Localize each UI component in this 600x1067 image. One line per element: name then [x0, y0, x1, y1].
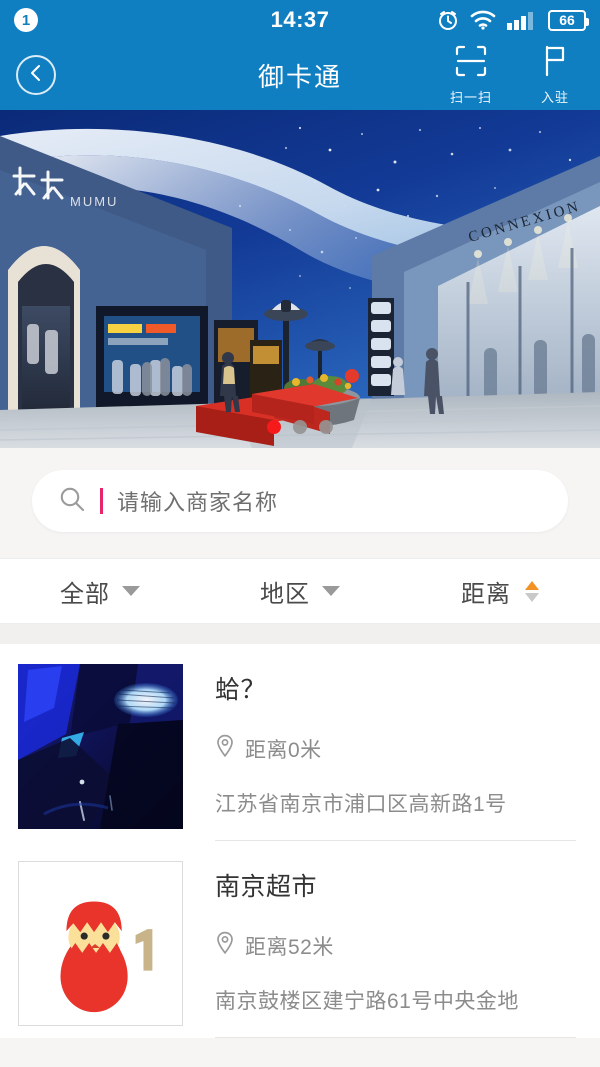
filter-region[interactable]: 地区 — [200, 559, 400, 623]
alarm-clock-icon — [437, 9, 459, 31]
wifi-icon — [470, 10, 496, 30]
merchant-thumbnail — [18, 664, 183, 829]
carousel-dots[interactable] — [0, 420, 600, 434]
dark-blue-room-photo — [18, 664, 183, 829]
nav-actions: 扫一扫 入驻 — [442, 44, 584, 106]
chevron-down-icon — [122, 586, 140, 596]
filter-category-label: 全部 — [60, 580, 110, 608]
merchant-name: 蛤？ — [215, 676, 267, 704]
sort-arrows-icon — [525, 580, 539, 602]
merchant-list: 蛤？ 距离0米 江苏省南京市浦口区高新路1号 南京超市 距离52米 南京鼓楼区建… — [0, 644, 600, 1038]
filter-category[interactable]: 全部 — [0, 559, 200, 623]
sort-ascending-icon — [525, 580, 539, 590]
merchant-distance-text: 距离52米 — [245, 936, 334, 959]
svg-text:MUMU: MUMU — [70, 194, 118, 209]
merchant-name: 南京超市 — [215, 873, 318, 901]
search-input[interactable]: 请输入商家名称 — [32, 470, 568, 532]
app-screen: 1 14:37 66 御卡通 扫一扫 入驻 MUMU CONNEXION 请输入… — [0, 0, 600, 1067]
search-icon — [58, 485, 86, 518]
filter-distance-label: 距离 — [461, 580, 511, 608]
merchant-distance: 距离52米 — [215, 931, 576, 961]
search-placeholder: 请输入商家名称 — [117, 490, 279, 515]
promo-banner-carousel[interactable]: MUMU CONNEXION — [0, 110, 600, 448]
carousel-dot-1[interactable] — [267, 420, 281, 434]
location-pin-icon — [215, 734, 235, 764]
banner-image: MUMU CONNEXION — [0, 110, 600, 448]
scan-button-label: 扫一扫 — [449, 90, 492, 105]
red-egg-chick-logo-1 — [19, 862, 182, 1025]
carousel-dot-3[interactable] — [319, 420, 333, 434]
status-bar-icons: 66 — [437, 9, 589, 31]
text-cursor — [100, 488, 103, 514]
carousel-dot-2[interactable] — [293, 420, 307, 434]
merchant-address: 南京鼓楼区建宁路61号中央金地 — [215, 990, 519, 1013]
nav-bar: 御卡通 扫一扫 入驻 — [0, 40, 600, 110]
chevron-left-icon — [26, 63, 46, 88]
scan-button[interactable]: 扫一扫 — [442, 44, 500, 106]
merchant-distance: 距离0米 — [215, 734, 576, 764]
list-item-separator — [215, 1037, 576, 1038]
filter-bar: 全部 地区 距离 — [0, 558, 600, 624]
flag-icon — [538, 44, 572, 83]
status-bar: 1 14:37 66 — [0, 0, 600, 40]
scan-frame-icon — [454, 44, 488, 83]
merchant-list-item[interactable]: 南京超市 距离52米 南京鼓楼区建宁路61号中央金地 — [0, 841, 600, 1038]
join-button[interactable]: 入驻 — [526, 44, 584, 106]
filter-region-label: 地区 — [260, 580, 310, 608]
join-button-label: 入驻 — [540, 90, 569, 105]
list-item-separator — [215, 840, 576, 841]
merchant-list-item[interactable]: 蛤？ 距离0米 江苏省南京市浦口区高新路1号 — [0, 644, 600, 841]
merchant-info: 南京超市 距离52米 南京鼓楼区建宁路61号中央金地 — [183, 861, 576, 1038]
merchant-info: 蛤？ 距离0米 江苏省南京市浦口区高新路1号 — [183, 664, 576, 841]
merchant-thumbnail — [18, 861, 183, 1026]
section-divider — [0, 624, 600, 644]
merchant-address: 江苏省南京市浦口区高新路1号 — [215, 793, 507, 816]
cellular-signal-icon — [507, 10, 537, 30]
battery-icon: 66 — [548, 9, 589, 31]
search-section: 请输入商家名称 — [0, 448, 600, 558]
location-pin-icon — [215, 931, 235, 961]
chevron-down-icon — [322, 586, 340, 596]
filter-distance[interactable]: 距离 — [400, 559, 600, 623]
merchant-distance-text: 距离0米 — [245, 739, 322, 762]
back-button[interactable] — [16, 55, 56, 95]
sort-descending-icon — [525, 592, 539, 602]
